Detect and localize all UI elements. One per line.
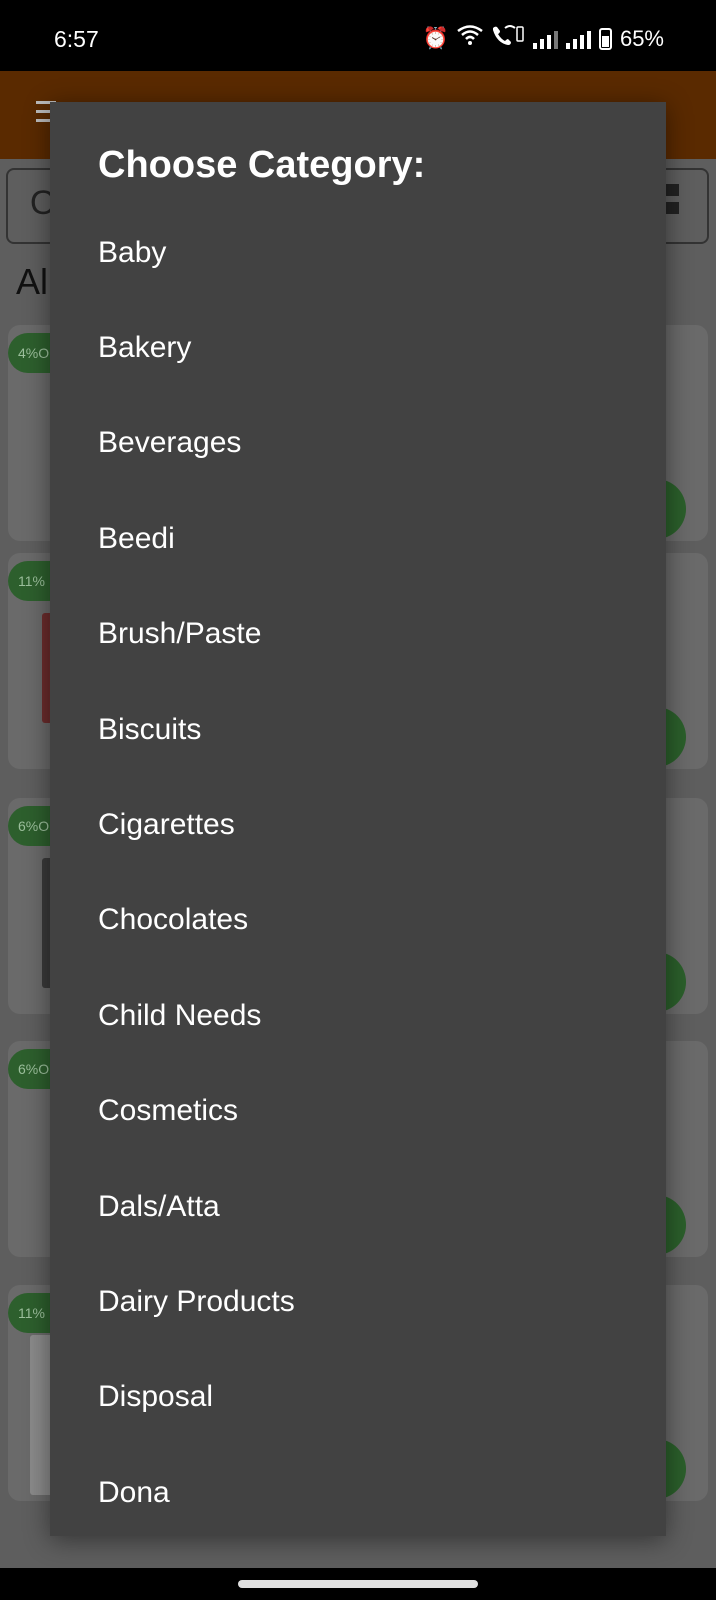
category-item-beverages[interactable]: Beverages <box>50 396 666 491</box>
wifi-calling-icon <box>491 24 525 53</box>
category-item-dona[interactable]: Dona <box>50 1445 666 1536</box>
category-item-cigarettes[interactable]: Cigarettes <box>50 777 666 872</box>
dialog-title: Choose Category: <box>98 144 426 186</box>
battery-level: 65% <box>619 25 664 51</box>
status-icons: ⏰ 65% <box>423 24 664 53</box>
category-item-brush-paste[interactable]: Brush/Paste <box>50 587 666 682</box>
category-item-dals-atta[interactable]: Dals/Atta <box>50 1159 666 1254</box>
status-bar: 6:57 ⏰ 65% <box>0 0 716 71</box>
category-item-disposal[interactable]: Disposal <box>50 1350 666 1445</box>
category-item-biscuits[interactable]: Biscuits <box>50 682 666 777</box>
wifi-icon <box>457 25 483 52</box>
section-title: Al <box>16 261 49 302</box>
category-item-chocolates[interactable]: Chocolates <box>50 873 666 968</box>
battery-icon <box>598 27 612 50</box>
category-list: Baby Bakery Beverages Beedi Brush/Paste … <box>50 205 666 1536</box>
status-time: 6:57 <box>54 26 99 52</box>
signal-icon <box>565 29 591 49</box>
system-nav-bar <box>0 1568 716 1600</box>
category-item-cosmetics[interactable]: Cosmetics <box>50 1064 666 1159</box>
category-item-dairy-products[interactable]: Dairy Products <box>50 1254 666 1349</box>
category-item-bakery[interactable]: Bakery <box>50 300 666 395</box>
category-item-baby[interactable]: Baby <box>50 205 666 300</box>
alarm-icon: ⏰ <box>422 26 449 50</box>
choose-category-dialog: Choose Category: Baby Bakery Beverages B… <box>50 102 666 1536</box>
signal-icon <box>532 29 558 49</box>
home-gesture-handle[interactable] <box>238 1580 478 1588</box>
category-item-child-needs[interactable]: Child Needs <box>50 968 666 1063</box>
category-item-beedi[interactable]: Beedi <box>50 491 666 586</box>
